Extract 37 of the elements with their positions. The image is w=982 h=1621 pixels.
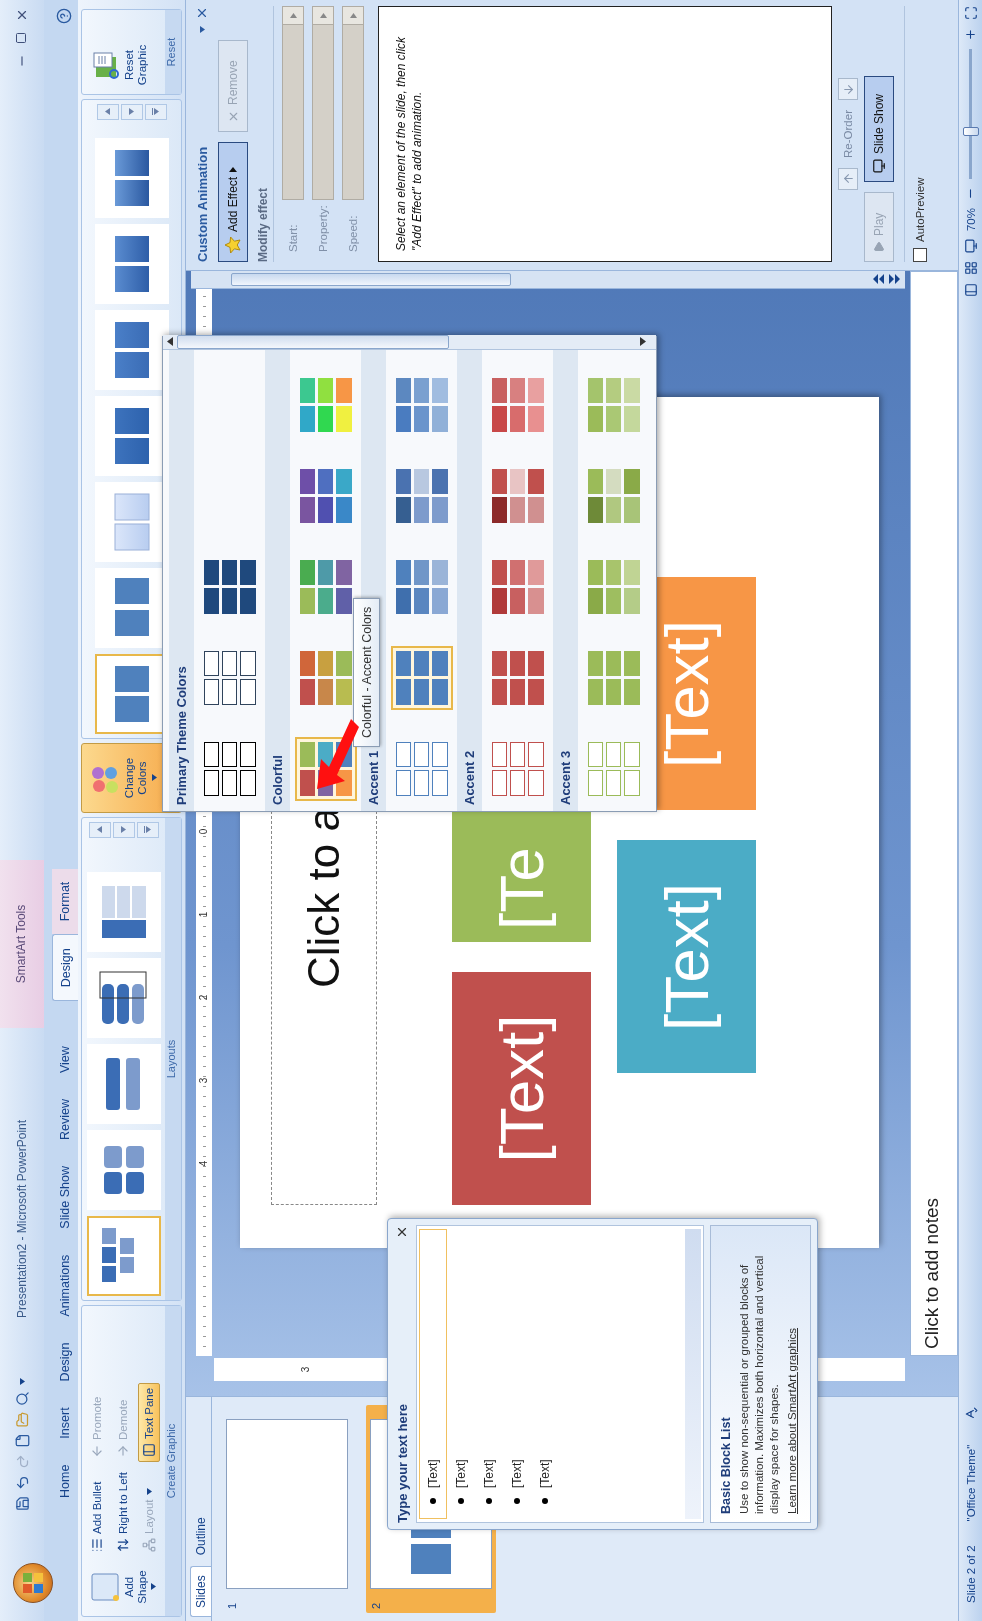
section-header: Primary Theme Colors [169, 350, 194, 811]
status-text: Slide 2 of 2 [964, 1545, 977, 1603]
layout-name: Basic Block List [719, 1416, 733, 1514]
reorder-label: Re-Order [842, 110, 854, 158]
field-label: Speed: [347, 214, 359, 254]
ruler-number: 0 [197, 827, 210, 837]
field-label: Property: [317, 204, 329, 254]
window-title: Presentation2 - Microsoft PowerPoint [15, 1118, 29, 1318]
group-label: Layouts [165, 818, 181, 1300]
status-text: "Office Theme" [964, 1444, 977, 1522]
bullet-text: [Text] [538, 1459, 552, 1488]
ruler-number: 3 [300, 1366, 311, 1373]
group-label: Create Graphic [165, 1306, 181, 1616]
pane-title: Type your text here [394, 1404, 410, 1523]
section-heading: Modify effect [256, 6, 274, 262]
slide-number: 2 [370, 1601, 382, 1609]
swatch-tooltip: Colorful - Accent Colors [353, 597, 380, 747]
pane-title: Custom Animation [194, 146, 210, 262]
section-header: Accent 2 [457, 350, 482, 811]
checkbox-label: AutoPreview [914, 177, 926, 242]
ruler-number: 4 [197, 1159, 210, 1169]
section-header: Accent 3 [553, 350, 578, 811]
zoom-level: 70% [964, 208, 977, 232]
group-label: Reset [165, 10, 181, 94]
field-label: Start: [287, 223, 299, 254]
bullet-text: [Text] [454, 1459, 468, 1488]
description-text: Use to show non-sequential or grouped blocks of information. Maximizes both horizontal and vertical display space for shapes. [737, 1254, 781, 1514]
ruler-number: 3 [197, 1076, 210, 1086]
slide-number: 1 [226, 1601, 238, 1609]
bullet-text: [Text] [510, 1459, 524, 1488]
bullet-text: [Text] [482, 1459, 496, 1488]
section-header: Colorful [265, 350, 290, 811]
hint-text: Select an element of the slide, then click "Add Effect" to add animation. [393, 35, 426, 251]
bullet-text: [Text] [426, 1459, 440, 1488]
ruler-number: 2 [197, 993, 210, 1003]
context-tools-header: SmartArt Tools [0, 860, 44, 1028]
ruler-number: 1 [197, 910, 210, 920]
